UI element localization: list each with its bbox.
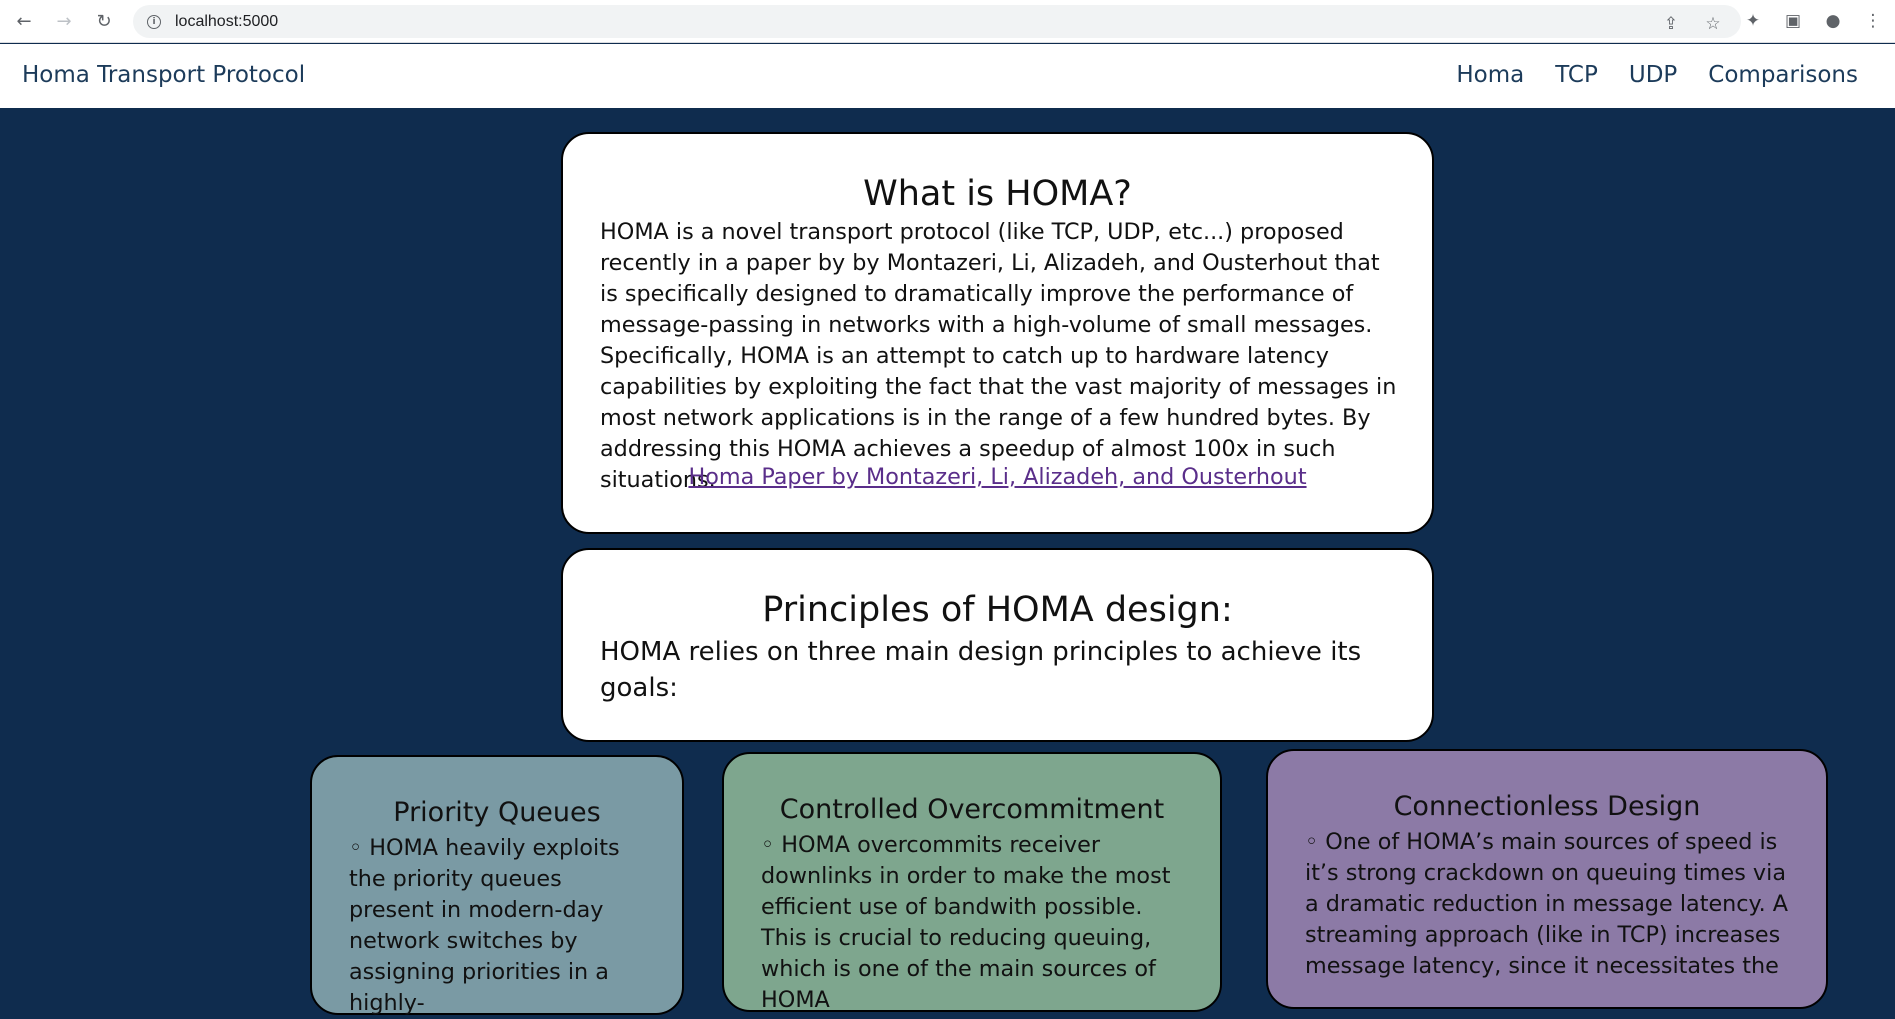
browser-toolbar: ← → ↻ i localhost:5000 ⇪ ☆ ✦ ▣ ● ⋮ [0,0,1895,43]
what-is-homa-card: What is HOMA? HOMA is a novel transport … [561,132,1434,534]
nav-link-tcp[interactable]: TCP [1555,62,1598,88]
connectionless-design-body: ◦ One of HOMA’s main sources of speed is… [1305,829,1788,979]
profile-avatar-icon[interactable]: ● [1821,9,1845,33]
controlled-overcommitment-card: Controlled Overcommitment ◦ HOMA overcom… [722,752,1222,1013]
priority-queues-card: Priority Queues ◦ HOMA heavily exploits … [310,755,684,1016]
extensions-icon[interactable]: ✦ [1741,9,1765,33]
menu-kebab-icon[interactable]: ⋮ [1861,9,1885,33]
homa-paper-link[interactable]: Homa Paper by Montazeri, Li, Alizadeh, a… [563,464,1432,490]
what-is-homa-title: What is HOMA? [863,174,1132,214]
app-navbar: Homa Transport Protocol Homa TCP UDP Com… [0,44,1895,108]
principles-body: HOMA relies on three main design princip… [600,637,1362,703]
reload-icon[interactable]: ↻ [92,9,116,33]
share-icon[interactable]: ⇪ [1659,12,1683,36]
connectionless-design-card: Connectionless Design ◦ One of HOMA’s ma… [1266,749,1828,1009]
principles-card: Principles of HOMA design: HOMA relies o… [561,548,1434,742]
nav-link-homa[interactable]: Homa [1456,62,1524,88]
controlled-overcommitment-body: ◦ HOMA overcommits receiver downlinks in… [761,832,1171,1013]
priority-queues-title: Priority Queues [393,797,601,828]
site-info-icon[interactable]: i [147,14,161,29]
priority-queues-body: ◦ HOMA heavily exploits the priority que… [349,835,620,1016]
brand-title[interactable]: Homa Transport Protocol [22,62,305,88]
nav-link-udp[interactable]: UDP [1629,62,1677,88]
connectionless-design-title: Connectionless Design [1393,791,1701,822]
controlled-overcommitment-title: Controlled Overcommitment [779,794,1165,825]
nav-links: Homa TCP UDP Comparisons [1456,62,1858,88]
address-bar[interactable]: i localhost:5000 ⇪ ☆ [133,5,1741,38]
side-panel-icon[interactable]: ▣ [1781,9,1805,33]
bookmark-star-icon[interactable]: ☆ [1701,12,1725,36]
nav-link-comparisons[interactable]: Comparisons [1708,62,1858,88]
back-icon[interactable]: ← [12,9,36,33]
url-text: localhost:5000 [175,12,279,30]
principles-title: Principles of HOMA design: [762,590,1233,630]
what-is-homa-body: HOMA is a novel transport protocol (like… [600,219,1397,493]
forward-icon[interactable]: → [52,9,76,33]
